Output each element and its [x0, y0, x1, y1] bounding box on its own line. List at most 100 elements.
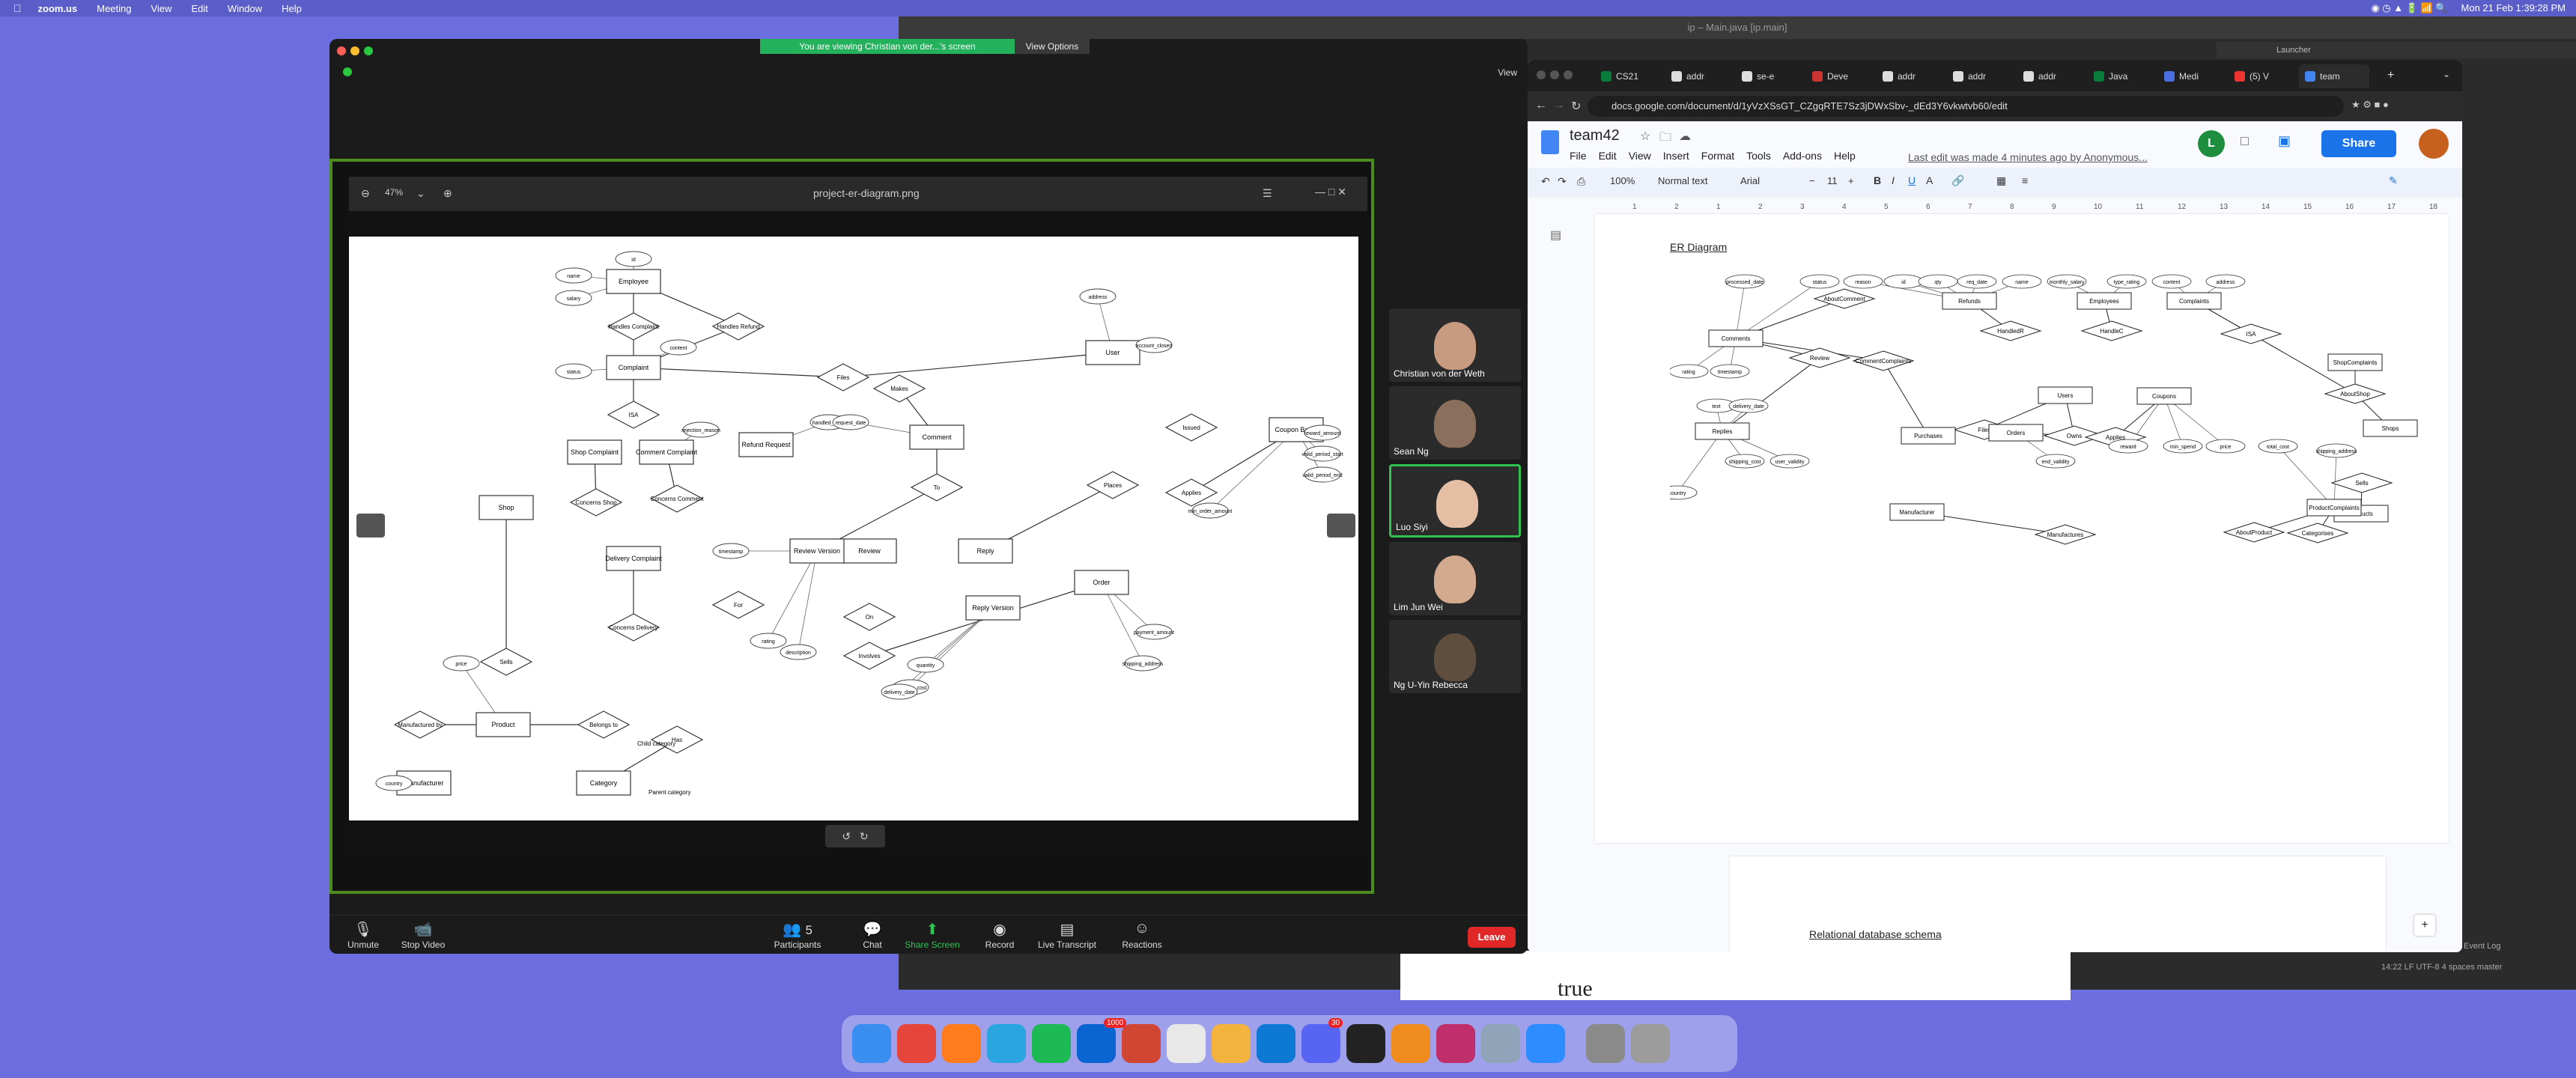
doc-page[interactable]: ER Diagram AboutComment HandledR HandleC IS… — [1595, 214, 2449, 843]
browser-tab[interactable]: Medi — [2158, 64, 2199, 88]
menu-window[interactable]: Window — [228, 3, 262, 14]
zoom-dot[interactable] — [1564, 70, 1573, 79]
menu-help[interactable]: Help — [282, 3, 302, 14]
zoom-dot[interactable] — [364, 46, 373, 55]
dock-calendar-icon[interactable] — [1167, 1024, 1206, 1063]
dock-vlc-icon[interactable] — [1391, 1024, 1430, 1063]
shared-screen[interactable]: ⊖ 47% ⌄ ⊕ project-er-diagram.png ☰ — □ ✕… — [329, 159, 1374, 894]
browser-tab[interactable]: CS21 — [1595, 64, 1638, 88]
browser-tab[interactable]: addr — [1947, 64, 1986, 88]
record-button[interactable]: ◉ Record — [966, 920, 1033, 950]
folder-icon[interactable]: 🗀 — [1659, 129, 1671, 149]
share-button[interactable]: Share — [2321, 130, 2396, 157]
stop-video-button[interactable]: 📹 Stop Video — [389, 920, 457, 950]
docs-menu-edit[interactable]: Edit — [1599, 150, 1617, 162]
participant-tile[interactable]: Christian von der Weth — [1389, 308, 1521, 382]
dock-firefox-icon[interactable] — [942, 1024, 981, 1063]
participant-tile[interactable]: Ng U-Yin Rebecca — [1389, 620, 1521, 693]
view-button[interactable]: View — [1498, 67, 1517, 78]
print-icon[interactable]: ⎙ — [1577, 175, 1585, 188]
dock-intellij-icon[interactable] — [1436, 1024, 1475, 1063]
live-transcript-button[interactable]: ▤ Live Transcript — [1033, 920, 1101, 950]
style-select[interactable]: Normal text — [1658, 175, 1707, 186]
redo-icon[interactable]: ↷ — [1558, 175, 1567, 188]
close-dot[interactable] — [337, 46, 346, 55]
docs-menu-insert[interactable]: Insert — [1663, 150, 1689, 162]
browser-tab[interactable]: Deve — [1806, 64, 1848, 88]
dock-todoist-icon[interactable] — [1122, 1024, 1161, 1063]
image-icon[interactable]: ▦ — [1996, 174, 2006, 187]
browser-tab[interactable]: addr — [2017, 64, 2056, 88]
dock-telegram-icon[interactable] — [987, 1024, 1026, 1063]
star-icon[interactable]: ☆ — [1640, 129, 1650, 144]
browser-tab[interactable]: (5) V — [2229, 64, 2269, 88]
leave-button[interactable]: Leave — [1468, 927, 1516, 948]
text-color-icon[interactable]: A — [1926, 174, 1933, 186]
dock-capture-icon[interactable] — [1586, 1024, 1625, 1063]
outline-icon[interactable]: ▤ — [1550, 228, 1561, 243]
menu-clock[interactable]: Mon 21 Feb 1:39:28 PM — [2461, 2, 2566, 14]
font-select[interactable]: Arial — [1740, 175, 1760, 186]
browser-tab[interactable]: addr — [1665, 64, 1704, 88]
doc-page[interactable]: Relational database schema — [1730, 856, 2386, 952]
rotate-controls[interactable]: ↺ ↻ — [825, 825, 885, 847]
event-log-label[interactable]: Event Log — [2464, 942, 2501, 951]
status-icons[interactable]: ◉ ◷ ▲ 🔋 📶 🔍 — [2371, 2, 2447, 14]
font-size-input[interactable]: 11 — [1827, 175, 1838, 186]
chat-button[interactable]: 💬 Chat — [839, 920, 906, 950]
apple-icon[interactable]:  — [13, 2, 22, 14]
docs-menu-help[interactable]: Help — [1834, 150, 1856, 162]
browser-tab[interactable]: Java — [2088, 64, 2127, 88]
docs-menu-tools[interactable]: Tools — [1746, 150, 1771, 162]
view-options-button[interactable]: View Options — [1015, 39, 1090, 54]
docs-menu-file[interactable]: File — [1570, 150, 1587, 162]
last-edit-link[interactable]: Last edit was made 4 minutes ago by Anon… — [1908, 151, 2148, 163]
undo-icon[interactable]: ↶ — [1541, 175, 1550, 188]
menu-view[interactable]: View — [151, 3, 171, 14]
menu-icon[interactable]: ☰ — [1263, 187, 1272, 200]
dock-trash-icon[interactable] — [1631, 1024, 1670, 1063]
italic-icon[interactable]: I — [1892, 174, 1895, 186]
dock-terminal-icon[interactable] — [1346, 1024, 1385, 1063]
zoom-in-icon[interactable]: ⊕ — [443, 187, 452, 200]
align-icon[interactable]: ≡ — [2022, 174, 2028, 186]
browser-tab[interactable]: se-e — [1736, 64, 1774, 88]
dock-zoom-icon[interactable] — [1526, 1024, 1565, 1063]
url-input[interactable]: docs.google.com/document/d/1yVzXSsGT_CZg… — [1588, 96, 2344, 117]
zoom-select[interactable]: 100% — [1610, 175, 1635, 186]
doc-title[interactable]: team42 — [1570, 127, 1620, 144]
participants-button[interactable]: 👥 5 Participants — [764, 920, 831, 950]
menu-app-name[interactable]: zoom.us — [38, 3, 78, 14]
explore-button[interactable]: + — [2414, 915, 2435, 936]
reactions-button[interactable]: ☺ Reactions — [1108, 920, 1176, 950]
dock-photos-icon[interactable] — [1212, 1024, 1251, 1063]
next-image-button[interactable] — [1327, 514, 1355, 538]
avatar[interactable] — [2419, 129, 2449, 159]
viewer-zoom[interactable]: 47% — [385, 187, 403, 198]
zoom-out-icon[interactable]: ⊖ — [361, 187, 370, 200]
dock-finder-icon[interactable] — [852, 1024, 891, 1063]
reload-icon[interactable]: ↻ — [1571, 99, 1581, 114]
docs-menu-format[interactable]: Format — [1701, 150, 1734, 162]
meet-icon[interactable]: ▣ — [2278, 133, 2291, 149]
docs-menu-addons[interactable]: Add-ons — [1783, 150, 1822, 162]
dock-spotify-icon[interactable] — [1032, 1024, 1071, 1063]
window-controls[interactable]: — □ ✕ — [1315, 186, 1346, 198]
back-icon[interactable]: ← — [1535, 99, 1547, 112]
participant-tile-active[interactable]: Luo Siyi — [1389, 464, 1521, 538]
dock-edge-icon[interactable] — [1257, 1024, 1295, 1063]
minimize-dot[interactable] — [1550, 70, 1559, 79]
browser-tab-active[interactable]: team — [2299, 64, 2369, 88]
docs-menu-view[interactable]: View — [1629, 150, 1651, 162]
comments-icon[interactable]: □ — [2241, 133, 2249, 149]
minus-icon[interactable]: − — [1809, 175, 1815, 186]
dock-discord-icon[interactable] — [1301, 1024, 1340, 1063]
prev-image-button[interactable] — [356, 514, 385, 538]
avatar[interactable]: L — [2198, 130, 2225, 157]
menu-meeting[interactable]: Meeting — [97, 3, 131, 14]
participant-tile[interactable]: Sean Ng — [1389, 386, 1521, 460]
share-screen-button[interactable]: ⬆ Share Screen — [899, 920, 966, 950]
chevron-down-icon[interactable]: ⌄ — [2443, 69, 2450, 79]
dock-chrome-icon[interactable] — [897, 1024, 936, 1063]
bold-icon[interactable]: B — [1874, 174, 1881, 186]
